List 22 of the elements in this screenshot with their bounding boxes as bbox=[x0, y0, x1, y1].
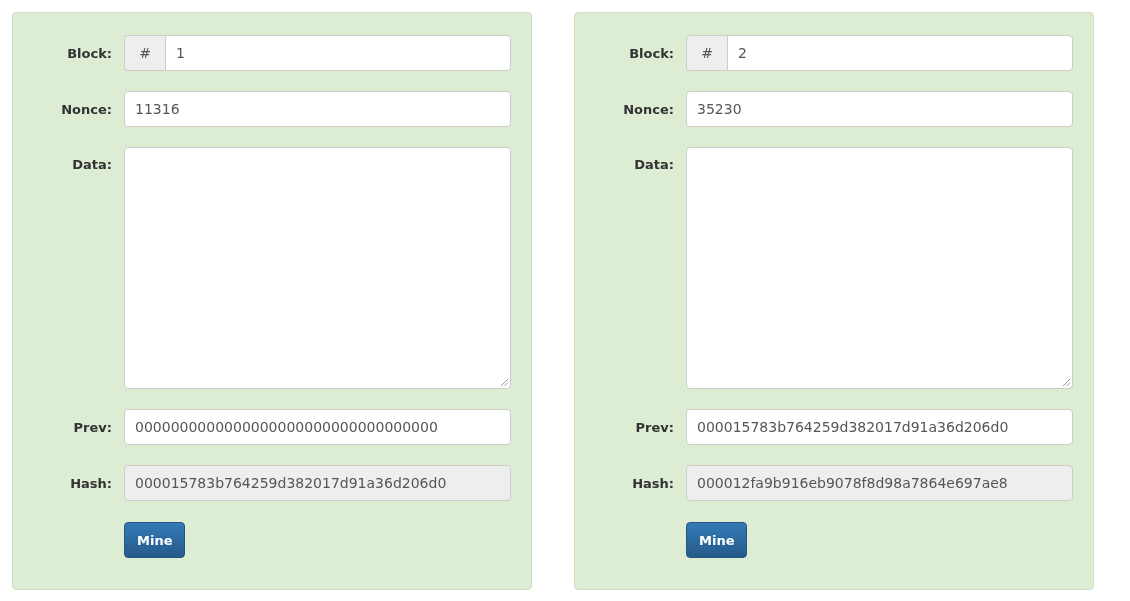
field-label: Block: bbox=[66, 45, 113, 61]
field-label: Prev: bbox=[634, 419, 675, 435]
field-label: Data: bbox=[71, 156, 113, 172]
field-label: Nonce: bbox=[622, 101, 675, 117]
mine-button[interactable]: Mine bbox=[686, 522, 748, 558]
input-field[interactable]: 1 bbox=[165, 35, 511, 71]
field-label: Block: bbox=[628, 45, 675, 61]
input-field[interactable]: 0000000000000000000000000000000000 bbox=[124, 409, 511, 445]
field-label: Nonce: bbox=[60, 101, 113, 117]
resize-grip-icon[interactable] bbox=[1062, 378, 1070, 386]
input-field[interactable]: 000015783b764259d382017d91a36d206d0 bbox=[686, 409, 1073, 445]
field-label: Prev: bbox=[72, 419, 113, 435]
mine-button[interactable]: Mine bbox=[124, 522, 186, 558]
prefix-label: # bbox=[686, 35, 727, 71]
field-label: Hash: bbox=[69, 475, 113, 491]
input-field[interactable]: 2 bbox=[727, 35, 1073, 71]
input-field[interactable]: 35230 bbox=[686, 91, 1073, 127]
resize-grip-icon[interactable] bbox=[500, 378, 508, 386]
input-field[interactable]: 11316 bbox=[124, 91, 511, 127]
field-label: Data: bbox=[633, 156, 675, 172]
field-label: Hash: bbox=[631, 475, 675, 491]
prefix-label: # bbox=[124, 35, 165, 71]
